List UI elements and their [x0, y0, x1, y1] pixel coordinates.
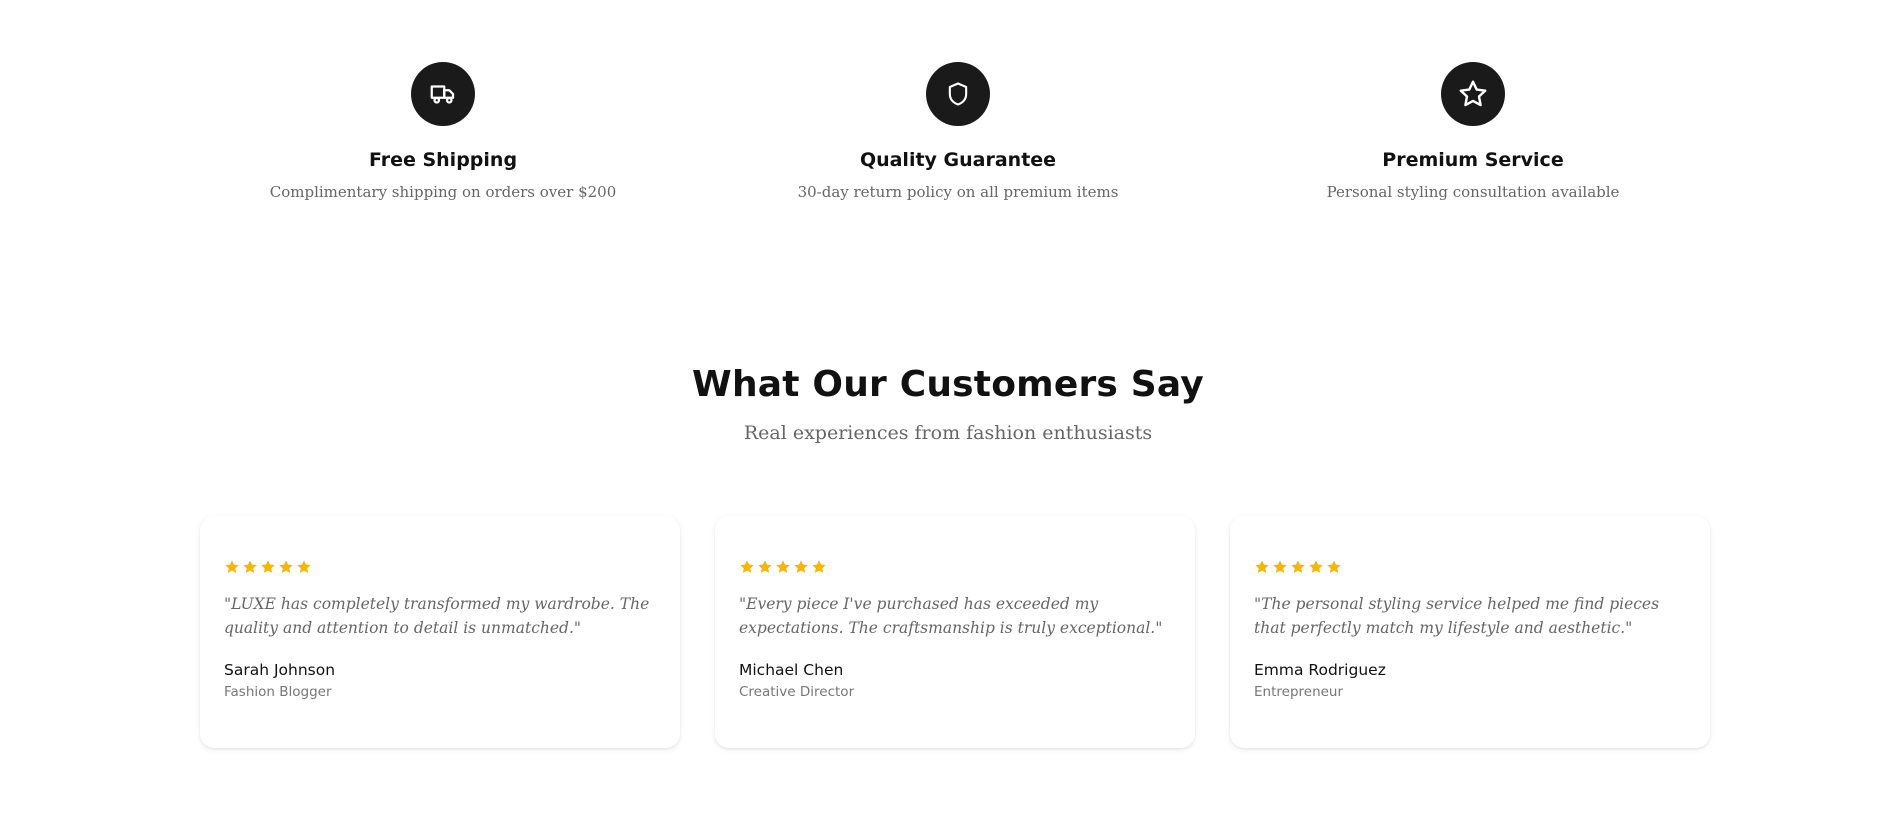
star-filled-icon [1291, 560, 1305, 573]
star-filled-icon [776, 560, 790, 573]
star-filled-icon [297, 560, 311, 573]
section-title: What Our Customers Say [692, 364, 1204, 405]
testimonial-quote: "The personal styling service helped me … [1254, 595, 1660, 637]
star-filled-icon [225, 560, 239, 573]
testimonial-card: "The personal styling service helped me … [1230, 516, 1710, 748]
star-filled-icon [1273, 560, 1287, 573]
section-subtitle: Real experiences from fashion enthusiast… [743, 422, 1153, 444]
star-rating [739, 558, 1171, 576]
feature-description: Personal styling consultation available [1326, 183, 1620, 201]
testimonial-card: "LUXE has completely transformed my ward… [200, 516, 680, 748]
star-rating [224, 558, 656, 576]
star-filled-icon [794, 560, 808, 573]
truck-icon [411, 62, 475, 126]
feature-free-shipping: Free Shipping Complimentary shipping on … [213, 62, 673, 202]
feature-quality-guarantee: Quality Guarantee 30-day return policy o… [728, 62, 1188, 202]
star-filled-icon [261, 560, 275, 573]
feature-title: Quality Guarantee [859, 149, 1057, 171]
testimonial-quote: "LUXE has completely transformed my ward… [224, 595, 650, 637]
testimonial-quote: "Every piece I've purchased has exceeded… [739, 595, 1163, 637]
star-filled-icon [812, 560, 826, 573]
feature-description: 30-day return policy on all premium item… [797, 183, 1119, 201]
star-filled-icon [758, 560, 772, 573]
feature-title: Premium Service [1382, 149, 1564, 171]
star-filled-icon [243, 560, 257, 573]
feature-description: Complimentary shipping on orders over $2… [269, 183, 617, 201]
star-icon [1441, 62, 1505, 126]
star-filled-icon [1309, 560, 1323, 573]
star-filled-icon [1255, 560, 1269, 573]
testimonial-role: Creative Director [739, 684, 855, 700]
testimonial-card: "Every piece I've purchased has exceeded… [715, 516, 1195, 748]
testimonial-role: Entrepreneur [1254, 684, 1344, 700]
testimonial-author: Emma Rodriguez [1254, 661, 1386, 679]
star-rating [1254, 558, 1686, 576]
star-filled-icon [740, 560, 754, 573]
feature-title: Free Shipping [368, 149, 518, 171]
testimonials-header: What Our Customers Say Real experiences … [0, 362, 1896, 444]
testimonial-author: Michael Chen [739, 661, 844, 679]
feature-premium-service: Premium Service Personal styling consult… [1243, 62, 1703, 202]
star-filled-icon [1327, 560, 1341, 573]
testimonial-role: Fashion Blogger [224, 684, 332, 700]
testimonial-author: Sarah Johnson [224, 661, 336, 679]
features-section: Free Shipping Complimentary shipping on … [0, 62, 1896, 222]
star-filled-icon [279, 560, 293, 573]
shield-icon [926, 62, 990, 126]
